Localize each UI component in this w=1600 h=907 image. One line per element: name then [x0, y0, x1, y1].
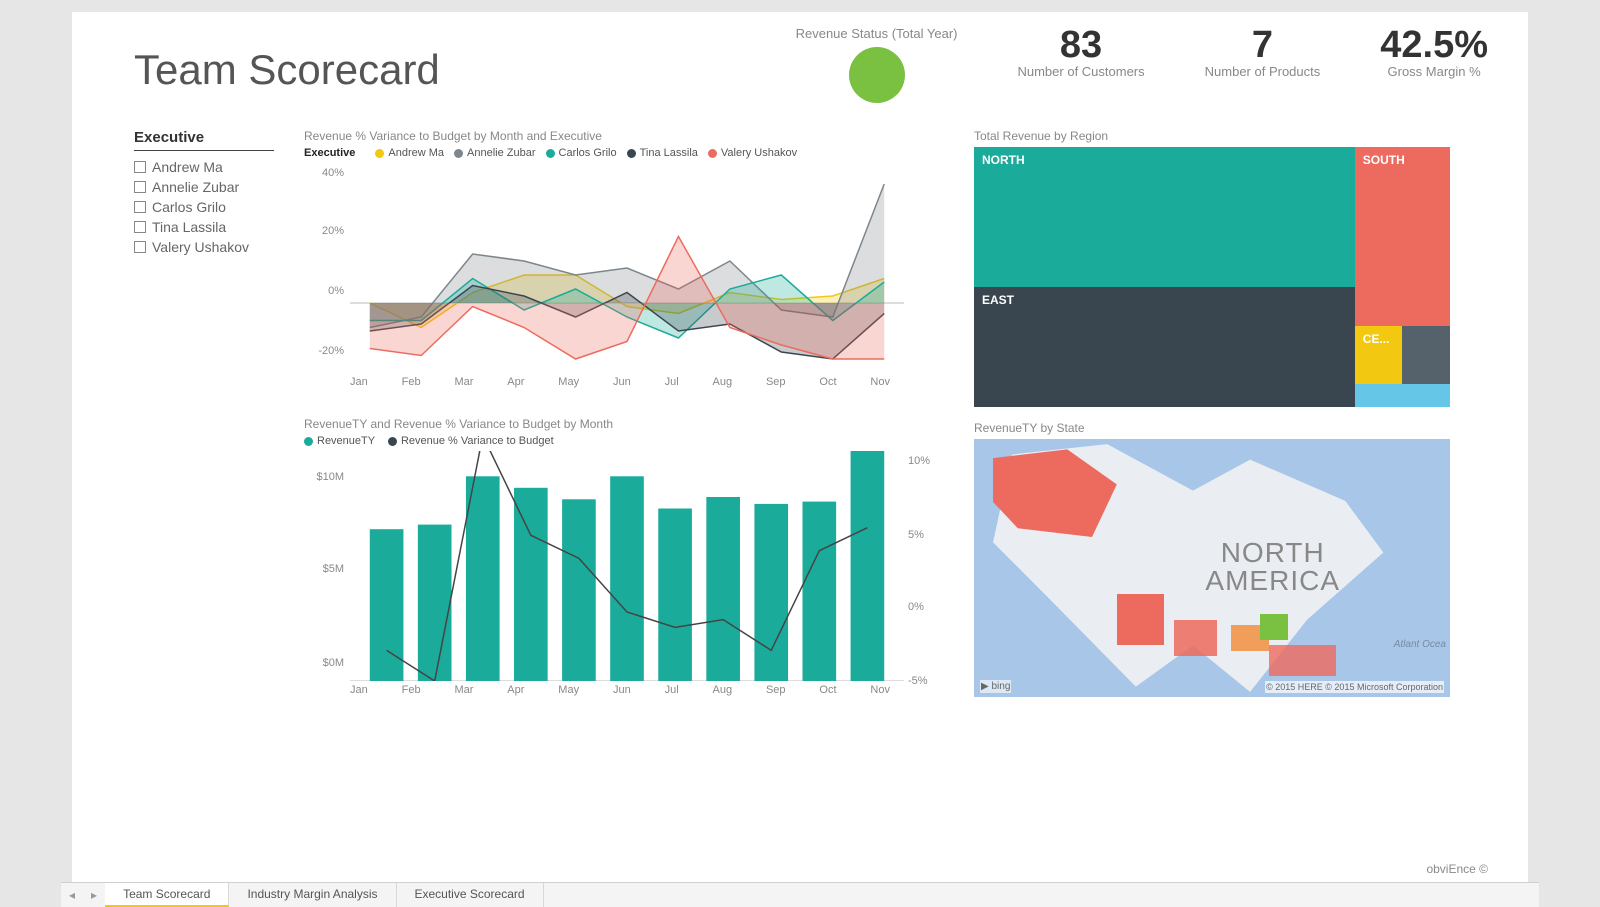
variance-chart-legend: ExecutiveAndrew MaAnnelie ZubarCarlos Gr… — [304, 147, 944, 159]
kpi-value: 83 — [1017, 26, 1144, 64]
revenue-combo-chart[interactable]: $10M $5M $0M 10% 5% 0% -5% JanFebMarAprM… — [304, 451, 904, 711]
state-map[interactable]: NORTHAMERICA Atlant Ocea ▶ bing © 2015 H… — [974, 439, 1450, 697]
treemap-cell[interactable]: EAST — [974, 287, 1355, 407]
checkbox-icon — [134, 221, 146, 233]
kpi-gross-margin[interactable]: 42.5% Gross Margin % — [1380, 26, 1488, 79]
treemap-cell[interactable] — [1355, 384, 1450, 407]
report-canvas: Team Scorecard Revenue Status (Total Yea… — [72, 12, 1528, 882]
report-tab[interactable]: Industry Margin Analysis — [229, 883, 396, 907]
checkbox-icon — [134, 241, 146, 253]
status-label: Revenue Status (Total Year) — [796, 26, 958, 41]
combo-chart-title: RevenueTY and Revenue % Variance to Budg… — [304, 417, 944, 431]
kpi-row: Revenue Status (Total Year) 83 Number of… — [796, 26, 1488, 103]
checkbox-icon — [134, 201, 146, 213]
map-bing-logo: ▶ bing — [980, 680, 1011, 693]
slicer-item[interactable]: Annelie Zubar — [134, 177, 274, 197]
status-indicator-icon — [849, 47, 905, 103]
report-tab[interactable]: Executive Scorecard — [397, 883, 544, 907]
checkbox-icon — [134, 181, 146, 193]
slicer-item[interactable]: Valery Ushakov — [134, 237, 274, 257]
kpi-label: Gross Margin % — [1380, 64, 1488, 79]
treemap-cell[interactable]: CE... — [1355, 326, 1403, 383]
kpi-label: Number of Products — [1205, 64, 1321, 79]
combo-chart-legend: RevenueTY Revenue % Variance to Budget — [304, 435, 944, 447]
kpi-customers[interactable]: 83 Number of Customers — [1017, 26, 1144, 79]
checkbox-icon — [134, 161, 146, 173]
map-center-label: NORTHAMERICA — [1205, 539, 1340, 595]
page-title: Team Scorecard — [134, 46, 440, 94]
footer-credit: obviEnce © — [1426, 862, 1488, 876]
slicer-title: Executive — [134, 129, 274, 151]
page-tabs: ◂ ▸ Team ScorecardIndustry Margin Analys… — [61, 882, 1539, 907]
slicer-item-label: Carlos Grilo — [152, 199, 226, 215]
revenue-status-card[interactable]: Revenue Status (Total Year) — [796, 26, 958, 103]
slicer-item-label: Annelie Zubar — [152, 179, 239, 195]
treemap-cell[interactable] — [1402, 326, 1450, 383]
kpi-value: 7 — [1205, 26, 1321, 64]
slicer-item-label: Tina Lassila — [152, 219, 226, 235]
slicer-item-label: Valery Ushakov — [152, 239, 249, 255]
slicer-item-label: Andrew Ma — [152, 159, 223, 175]
map-sea-label: Atlant Ocea — [1394, 639, 1446, 650]
variance-chart-title: Revenue % Variance to Budget by Month an… — [304, 129, 944, 143]
slicer-item[interactable]: Andrew Ma — [134, 157, 274, 177]
executive-slicer[interactable]: Executive Andrew Ma Annelie Zubar Carlos G… — [134, 129, 274, 711]
variance-area-chart[interactable]: 40% 20% 0% -20% JanFebMarAprMayJunJulAug… — [304, 163, 904, 393]
kpi-value: 42.5% — [1380, 26, 1488, 64]
kpi-products[interactable]: 7 Number of Products — [1205, 26, 1321, 79]
treemap-cell[interactable]: NORTH — [974, 147, 1355, 287]
kpi-label: Number of Customers — [1017, 64, 1144, 79]
slicer-item[interactable]: Tina Lassila — [134, 217, 274, 237]
header: Team Scorecard Revenue Status (Total Yea… — [134, 26, 1488, 103]
map-attribution: © 2015 HERE © 2015 Microsoft Corporation — [1265, 681, 1444, 693]
treemap-cell[interactable]: SOUTH — [1355, 147, 1450, 326]
map-title: RevenueTY by State — [974, 421, 1488, 435]
report-tab[interactable]: Team Scorecard — [105, 883, 229, 907]
region-treemap[interactable]: NORTHEASTSOUTHCE... — [974, 147, 1450, 407]
treemap-title: Total Revenue by Region — [974, 129, 1488, 143]
slicer-item[interactable]: Carlos Grilo — [134, 197, 274, 217]
